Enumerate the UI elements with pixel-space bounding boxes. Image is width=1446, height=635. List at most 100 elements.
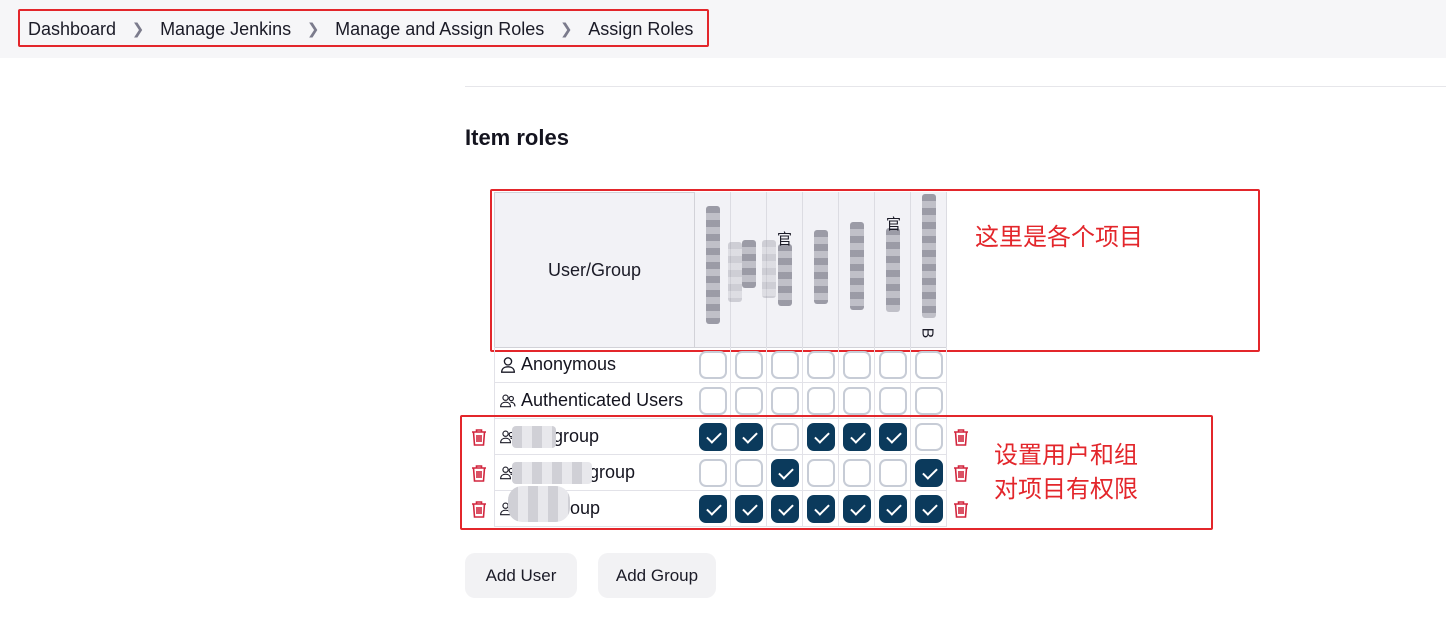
permission-checkbox[interactable] xyxy=(771,351,799,379)
permission-checkbox[interactable] xyxy=(771,387,799,415)
obscured-role-name xyxy=(886,228,900,312)
permission-checkbox[interactable] xyxy=(843,495,871,523)
permission-checkbox[interactable] xyxy=(735,495,763,523)
permission-checkbox[interactable] xyxy=(843,423,871,451)
breadcrumb-manage-and-assign-roles[interactable]: Manage and Assign Roles xyxy=(335,19,544,40)
role-header-fragment: 官 xyxy=(777,231,793,248)
top-bar: Dashboard ❯ Manage Jenkins ❯ Manage and … xyxy=(0,0,1446,58)
permission-cell xyxy=(731,455,767,491)
permission-cell xyxy=(731,491,767,527)
permission-checkbox[interactable] xyxy=(843,351,871,379)
permission-checkbox[interactable] xyxy=(699,387,727,415)
permission-checkbox[interactable] xyxy=(771,495,799,523)
permission-checkbox[interactable] xyxy=(807,387,835,415)
permission-cell xyxy=(839,347,875,383)
trash-icon[interactable] xyxy=(470,463,488,483)
permission-checkbox[interactable] xyxy=(699,459,727,487)
permission-cell xyxy=(767,491,803,527)
permission-checkbox[interactable] xyxy=(699,423,727,451)
permission-cell xyxy=(875,383,911,419)
obscured-group-name xyxy=(508,486,570,522)
permission-checkbox[interactable] xyxy=(735,387,763,415)
breadcrumb-manage-jenkins[interactable]: Manage Jenkins xyxy=(160,19,291,40)
trash-icon[interactable] xyxy=(952,427,970,447)
permission-checkbox[interactable] xyxy=(879,387,907,415)
permission-cell xyxy=(803,347,839,383)
permission-cell xyxy=(911,455,947,491)
permission-cell xyxy=(911,347,947,383)
permission-checkbox[interactable] xyxy=(807,351,835,379)
permission-cell xyxy=(731,347,767,383)
chevron-right-icon: ❯ xyxy=(560,21,573,38)
permission-checkbox[interactable] xyxy=(879,459,907,487)
permission-cell xyxy=(695,383,731,419)
obscured-role-name xyxy=(706,206,720,324)
permission-checkbox[interactable] xyxy=(807,459,835,487)
permission-cell xyxy=(803,491,839,527)
permission-cell xyxy=(803,383,839,419)
breadcrumb-assign-roles[interactable]: Assign Roles xyxy=(588,19,693,40)
permission-checkbox[interactable] xyxy=(735,459,763,487)
permission-checkbox[interactable] xyxy=(735,423,763,451)
permission-checkbox[interactable] xyxy=(915,423,943,451)
row-anonymous: Anonymous xyxy=(494,347,695,383)
permission-checkbox[interactable] xyxy=(915,459,943,487)
permission-checkbox[interactable] xyxy=(735,351,763,379)
group-icon xyxy=(500,394,516,407)
permission-cell xyxy=(839,491,875,527)
permission-cell xyxy=(911,419,947,455)
obscured-role-name xyxy=(728,242,742,302)
role-header-fragment: 官 xyxy=(886,216,902,233)
trash-icon[interactable] xyxy=(470,499,488,519)
add-group-button[interactable]: Add Group xyxy=(598,553,716,598)
row-label-authenticated: Authenticated Users xyxy=(521,390,684,410)
permission-cell xyxy=(695,347,731,383)
permission-checkbox[interactable] xyxy=(879,495,907,523)
obscured-role-name xyxy=(922,194,936,318)
rows-annotation-line1: 设置用户和组 xyxy=(994,442,1138,469)
section-divider xyxy=(465,86,1446,87)
permission-cell xyxy=(875,491,911,527)
rows-annotation-line2: 对项目有权限 xyxy=(994,476,1138,503)
permission-cell xyxy=(767,383,803,419)
permission-checkbox[interactable] xyxy=(771,459,799,487)
permission-checkbox[interactable] xyxy=(699,351,727,379)
permission-cell xyxy=(839,419,875,455)
permission-cell xyxy=(803,419,839,455)
permission-checkbox[interactable] xyxy=(915,351,943,379)
permission-cell xyxy=(875,455,911,491)
permission-checkbox[interactable] xyxy=(807,423,835,451)
permission-cell xyxy=(911,491,947,527)
permission-checkbox[interactable] xyxy=(771,423,799,451)
permission-cell xyxy=(695,419,731,455)
permission-cell xyxy=(875,419,911,455)
permission-cell xyxy=(731,419,767,455)
breadcrumb-dashboard[interactable]: Dashboard xyxy=(28,19,116,40)
permission-cell xyxy=(767,419,803,455)
permission-checkbox[interactable] xyxy=(879,351,907,379)
row-label-anonymous: Anonymous xyxy=(521,354,617,374)
permission-cell xyxy=(767,347,803,383)
permission-checkbox[interactable] xyxy=(915,495,943,523)
add-user-button[interactable]: Add User xyxy=(465,553,577,598)
permission-checkbox[interactable] xyxy=(843,387,871,415)
obscured-role-name xyxy=(850,222,864,310)
user-icon xyxy=(501,356,515,373)
permission-cell xyxy=(875,347,911,383)
permission-checkbox[interactable] xyxy=(879,423,907,451)
permission-cell xyxy=(695,455,731,491)
trash-icon[interactable] xyxy=(952,463,970,483)
permission-checkbox[interactable] xyxy=(915,387,943,415)
permission-checkbox[interactable] xyxy=(807,495,835,523)
header-annotation-text: 这里是各个项目 xyxy=(975,224,1143,251)
user-group-header-label: User/Group xyxy=(547,259,642,280)
obscured-role-name xyxy=(762,240,776,298)
row-label-group-1: group xyxy=(553,426,600,446)
permission-checkbox[interactable] xyxy=(699,495,727,523)
permission-checkbox[interactable] xyxy=(843,459,871,487)
trash-icon[interactable] xyxy=(470,427,488,447)
section-title: Item roles xyxy=(465,125,569,150)
obscured-group-name xyxy=(512,426,556,448)
trash-icon[interactable] xyxy=(952,499,970,519)
permission-cell xyxy=(839,455,875,491)
